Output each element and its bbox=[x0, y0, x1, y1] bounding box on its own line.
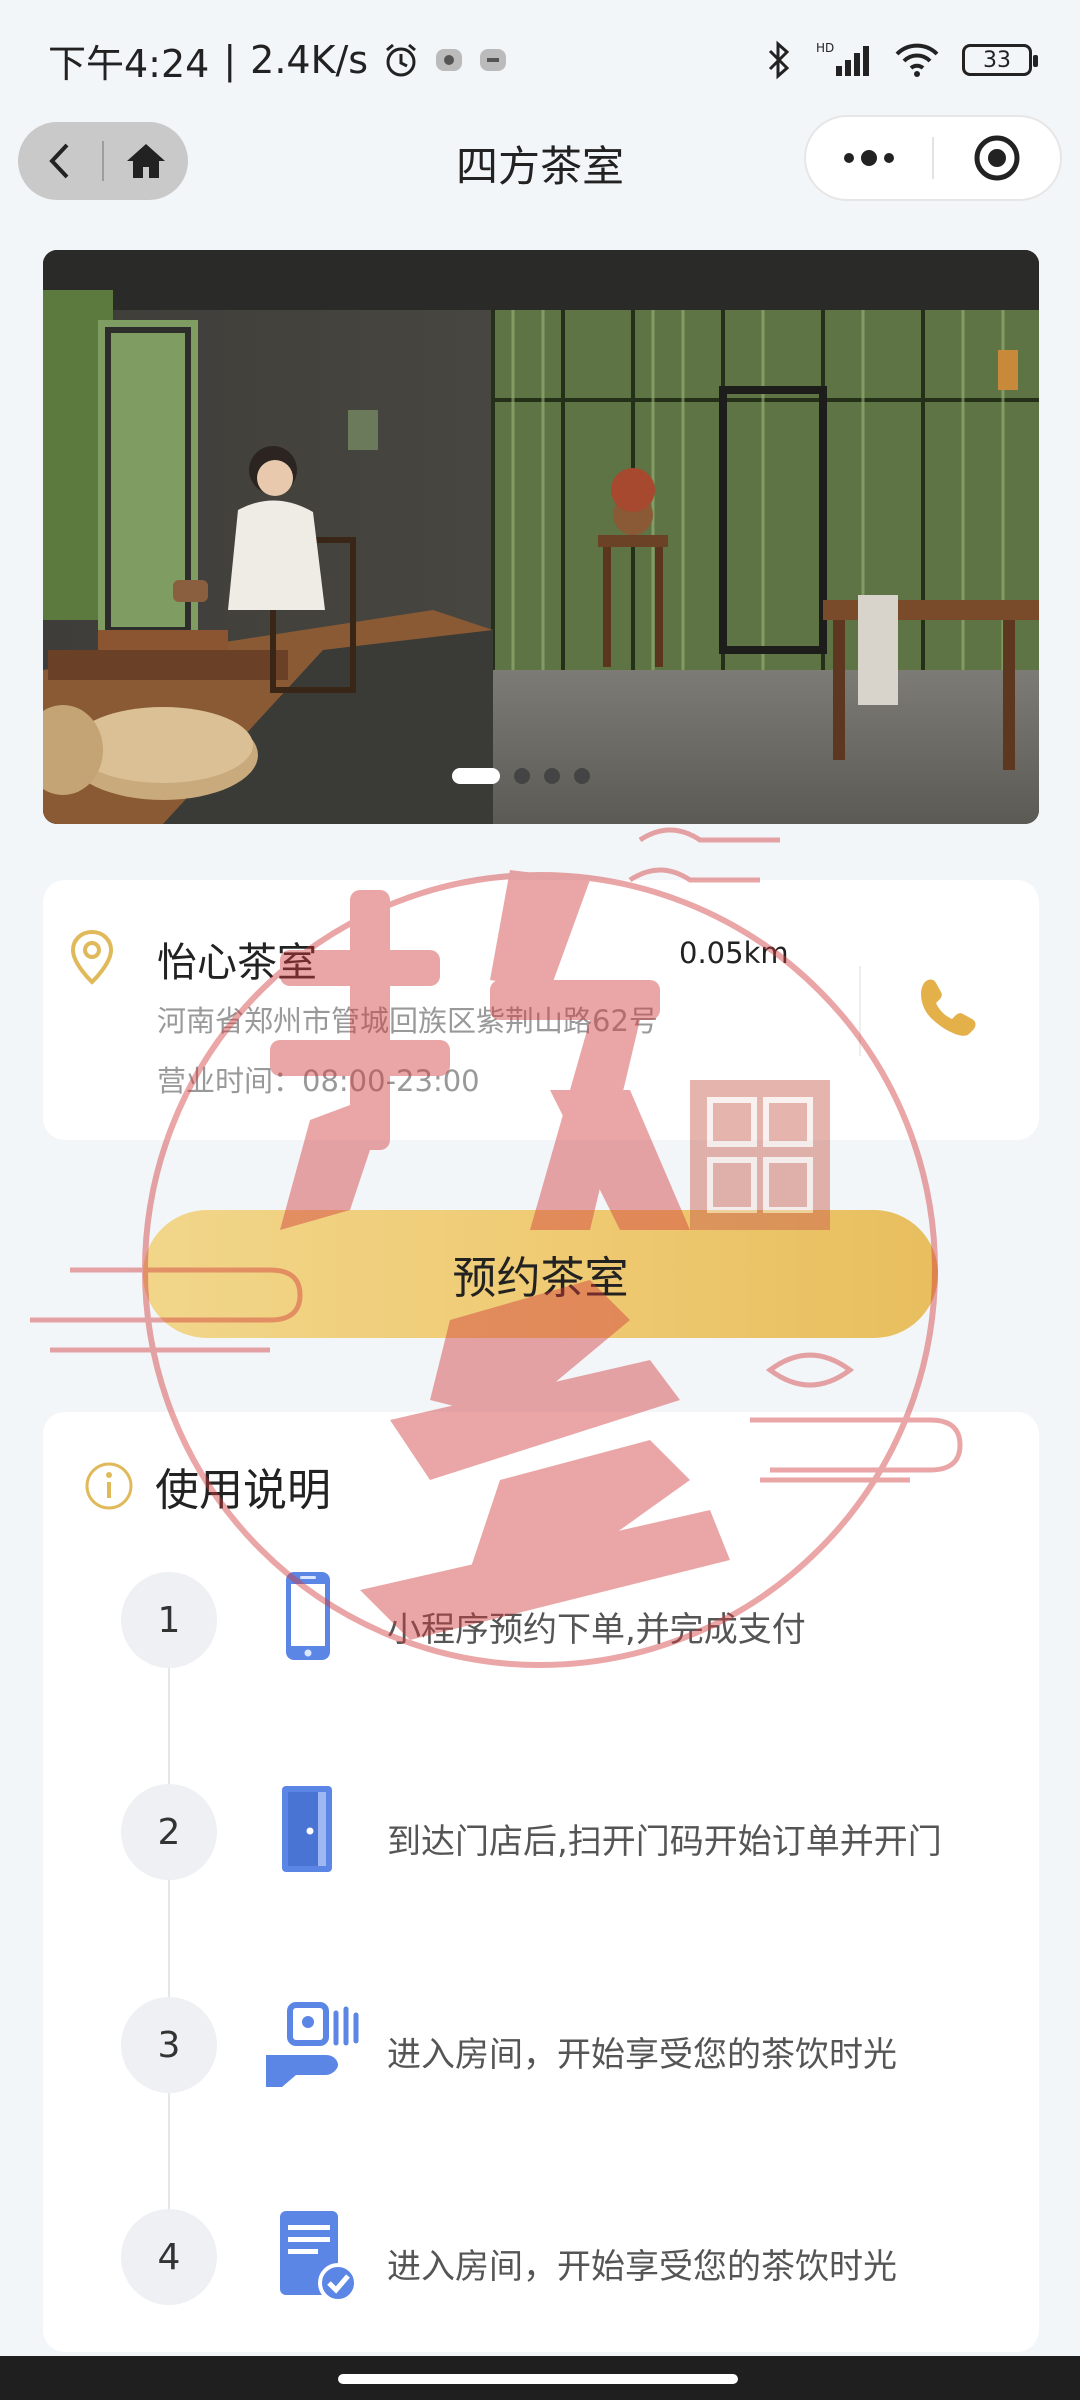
svg-text:HD: HD bbox=[816, 41, 834, 55]
step-text: 到达门店后,扫开门码开始订单并开门 bbox=[387, 1822, 942, 1862]
nav-bar: 四方茶室 bbox=[0, 115, 1080, 225]
tea-service-icon bbox=[256, 1989, 366, 2103]
banner-carousel[interactable] bbox=[43, 250, 1039, 824]
step-text: 进入房间，开始享受您的茶饮时光 bbox=[387, 2035, 897, 2075]
instructions-card: 使用说明 1 小程序预约下单,并完成支付 2 到达门店后,扫开门码开始订单并开门… bbox=[43, 1412, 1039, 2352]
more-dots-icon bbox=[844, 150, 894, 166]
card-divider bbox=[859, 966, 861, 1056]
mini-program-capsule bbox=[804, 115, 1062, 201]
step-number: 1 bbox=[121, 1572, 217, 1668]
carousel-dot-active[interactable] bbox=[452, 768, 500, 784]
close-program-button[interactable] bbox=[934, 115, 1060, 201]
status-separator: | bbox=[223, 38, 237, 82]
carousel-dots bbox=[43, 768, 1039, 784]
status-left: 下午4:24 | 2.4K/s bbox=[48, 33, 508, 88]
phone-icon bbox=[921, 979, 976, 1036]
step-number: 2 bbox=[121, 1784, 217, 1880]
step-number: 3 bbox=[121, 1997, 217, 2093]
more-button[interactable] bbox=[806, 115, 932, 201]
timeline-line bbox=[168, 1622, 170, 2262]
instructions-title: 使用说明 bbox=[155, 1465, 331, 1516]
instruction-step: 1 小程序预约下单,并完成支付 bbox=[121, 1572, 1021, 1672]
status-bar: 下午4:24 | 2.4K/s HD 33 bbox=[0, 0, 1080, 120]
carousel-dot[interactable] bbox=[544, 768, 560, 784]
call-button[interactable] bbox=[911, 972, 981, 1046]
target-close-icon bbox=[974, 135, 1020, 181]
instruction-step: 2 到达门店后,扫开门码开始订单并开门 bbox=[121, 1784, 1021, 1884]
store-distance: 0.05km bbox=[679, 936, 789, 970]
eye-notification-icon bbox=[434, 45, 464, 75]
bluetooth-icon bbox=[764, 40, 794, 80]
door-icon bbox=[256, 1776, 356, 1890]
business-hours: 营业时间：08:00-23:00 bbox=[157, 1064, 480, 1098]
step-number: 4 bbox=[121, 2209, 217, 2305]
location-pin-icon bbox=[67, 928, 117, 992]
home-gesture-bar[interactable] bbox=[338, 2374, 738, 2384]
document-check-icon bbox=[256, 2201, 366, 2315]
store-info-card: 怡心茶室 0.05km 河南省郑州市管城回族区紫荆山路62号 营业时间：08:0… bbox=[43, 880, 1039, 1140]
wifi-icon bbox=[894, 40, 940, 80]
instruction-step: 4 进入房间，开始享受您的茶饮时光 bbox=[121, 2209, 1021, 2309]
reserve-room-button[interactable]: 预约茶室 bbox=[143, 1210, 938, 1338]
step-text: 小程序预约下单,并完成支付 bbox=[387, 1610, 806, 1650]
carousel-dot[interactable] bbox=[514, 768, 530, 784]
battery-indicator: 33 bbox=[962, 44, 1038, 76]
instruction-step: 3 进入房间，开始享受您的茶饮时光 bbox=[121, 1997, 1021, 2097]
message-notification-icon bbox=[478, 45, 508, 75]
status-time: 下午4:24 bbox=[48, 41, 210, 86]
carousel-dot[interactable] bbox=[574, 768, 590, 784]
instructions-header: 使用说明 bbox=[83, 1454, 331, 1518]
status-right: HD 33 bbox=[764, 40, 1038, 80]
step-text: 进入房间，开始享受您的茶饮时光 bbox=[387, 2247, 897, 2287]
store-name: 怡心茶室 bbox=[157, 940, 317, 986]
tea-room-photo bbox=[43, 250, 1039, 824]
signal-icon: HD bbox=[816, 40, 872, 80]
store-address: 河南省郑州市管城回族区紫荆山路62号 bbox=[157, 1004, 658, 1038]
phone-icon bbox=[256, 1564, 356, 1678]
info-icon bbox=[85, 1462, 133, 1510]
status-speed: 2.4K/s bbox=[250, 38, 369, 82]
alarm-icon bbox=[382, 41, 420, 79]
